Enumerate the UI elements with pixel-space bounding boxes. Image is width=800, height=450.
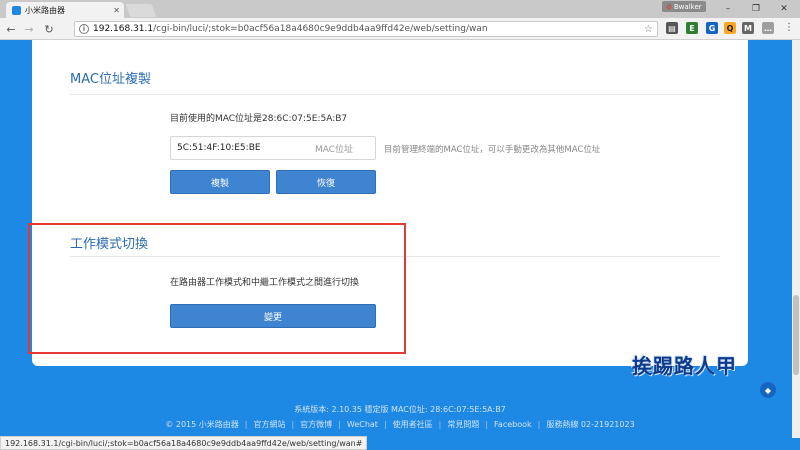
close-window-button[interactable]: ✕ (770, 0, 798, 18)
mac-hint-text: 目前管理終端的MAC位址，可以手動更改為其他MAC位址 (384, 145, 601, 155)
profile-name: Bwalker (673, 2, 702, 11)
copy-mac-button[interactable]: 複製 (170, 170, 270, 194)
watermark: 挨踢路人甲 (632, 354, 737, 378)
menu-icon[interactable]: ⋮ (784, 22, 794, 33)
reload-icon[interactable]: ↻ (42, 22, 56, 36)
restore-mac-button[interactable]: 恢復 (276, 170, 376, 194)
extension-translate-icon[interactable]: G (706, 22, 718, 34)
info-icon[interactable]: i (79, 24, 89, 34)
maximize-button[interactable]: ❐ (742, 0, 770, 18)
wifi-favicon-icon (12, 5, 21, 15)
profile-icon: ⊘ (666, 2, 672, 11)
url-text: 192.168.31.1/cgi-bin/luci/;stok=b0acf56a… (93, 24, 644, 34)
mac-address-placeholder: MAC位址 (314, 144, 353, 155)
close-tab-icon[interactable]: ✕ (113, 6, 120, 15)
scrollbar-thumb[interactable] (793, 295, 799, 375)
tab-title: 小米路由器 (25, 5, 65, 15)
divider (70, 94, 720, 95)
back-icon[interactable]: ← (4, 22, 18, 36)
status-bar: 192.168.31.1/cgi-bin/luci/;stok=b0acf56a… (0, 436, 368, 450)
footer-link[interactable]: 常見問題 (447, 420, 479, 429)
extension-reader-icon[interactable]: ▤ (666, 22, 678, 34)
mac-clone-title: MAC位址複製 (70, 72, 151, 87)
footer-link[interactable]: 使用者社區 (393, 420, 433, 429)
url-path: /cgi-bin/luci/;stok=b0acf56a18a4680c9e9d… (153, 24, 488, 34)
new-tab-button[interactable] (125, 4, 157, 17)
url-host: 192.168.31.1 (93, 24, 154, 34)
footer-copyright: © 2015 小米路由器 (165, 420, 239, 429)
minimize-button[interactable]: – (714, 0, 742, 18)
footer-version: 系統版本: 2.10.35 穩定版 MAC位址: 28:6C:07:5E:5A:… (294, 405, 506, 414)
extension-q-icon[interactable]: Q (724, 22, 736, 34)
footer-link[interactable]: 官方網站 (253, 420, 285, 429)
feedback-icon[interactable]: ◆ (760, 382, 776, 398)
highlight-box (28, 223, 406, 354)
browser-tab[interactable]: 小米路由器 ✕ (6, 2, 124, 18)
profile-badge[interactable]: ⊘ Bwalker (662, 1, 706, 12)
forward-icon[interactable]: → (22, 22, 36, 36)
mac-address-field[interactable]: 5C:51:4F:10:E5:BE MAC位址 (170, 136, 376, 160)
bookmark-star-icon[interactable]: ☆ (644, 24, 653, 35)
scrollbar[interactable] (792, 40, 800, 438)
footer-links: © 2015 小米路由器 | 官方網站 | 官方微博 | WeChat | 使用者社區 | 常見問題… (165, 420, 635, 429)
address-bar[interactable]: i 192.168.31.1/cgi-bin/luci/;stok=b0acf5… (74, 21, 658, 37)
footer-link[interactable]: 官方微博 (300, 420, 332, 429)
current-mac-text: 目前使用的MAC位址是28:6C:07:5E:5A:B7 (170, 114, 348, 124)
footer-link[interactable]: 服務熱線 02-21921023 (546, 420, 634, 429)
footer-link[interactable]: WeChat (347, 420, 378, 429)
extension-chat-icon[interactable]: … (762, 22, 774, 34)
tab-strip: 小米路由器 ✕ ⊘ Bwalker – ❐ ✕ (0, 0, 800, 18)
browser-toolbar: ← → ↻ i 192.168.31.1/cgi-bin/luci/;stok=… (0, 18, 800, 40)
mac-address-value: 5C:51:4F:10:E5:BE (177, 143, 261, 153)
extension-evernote-icon[interactable]: E (686, 22, 698, 34)
extension-mail-icon[interactable]: M (742, 22, 754, 34)
footer-link[interactable]: Facebook (494, 420, 532, 429)
